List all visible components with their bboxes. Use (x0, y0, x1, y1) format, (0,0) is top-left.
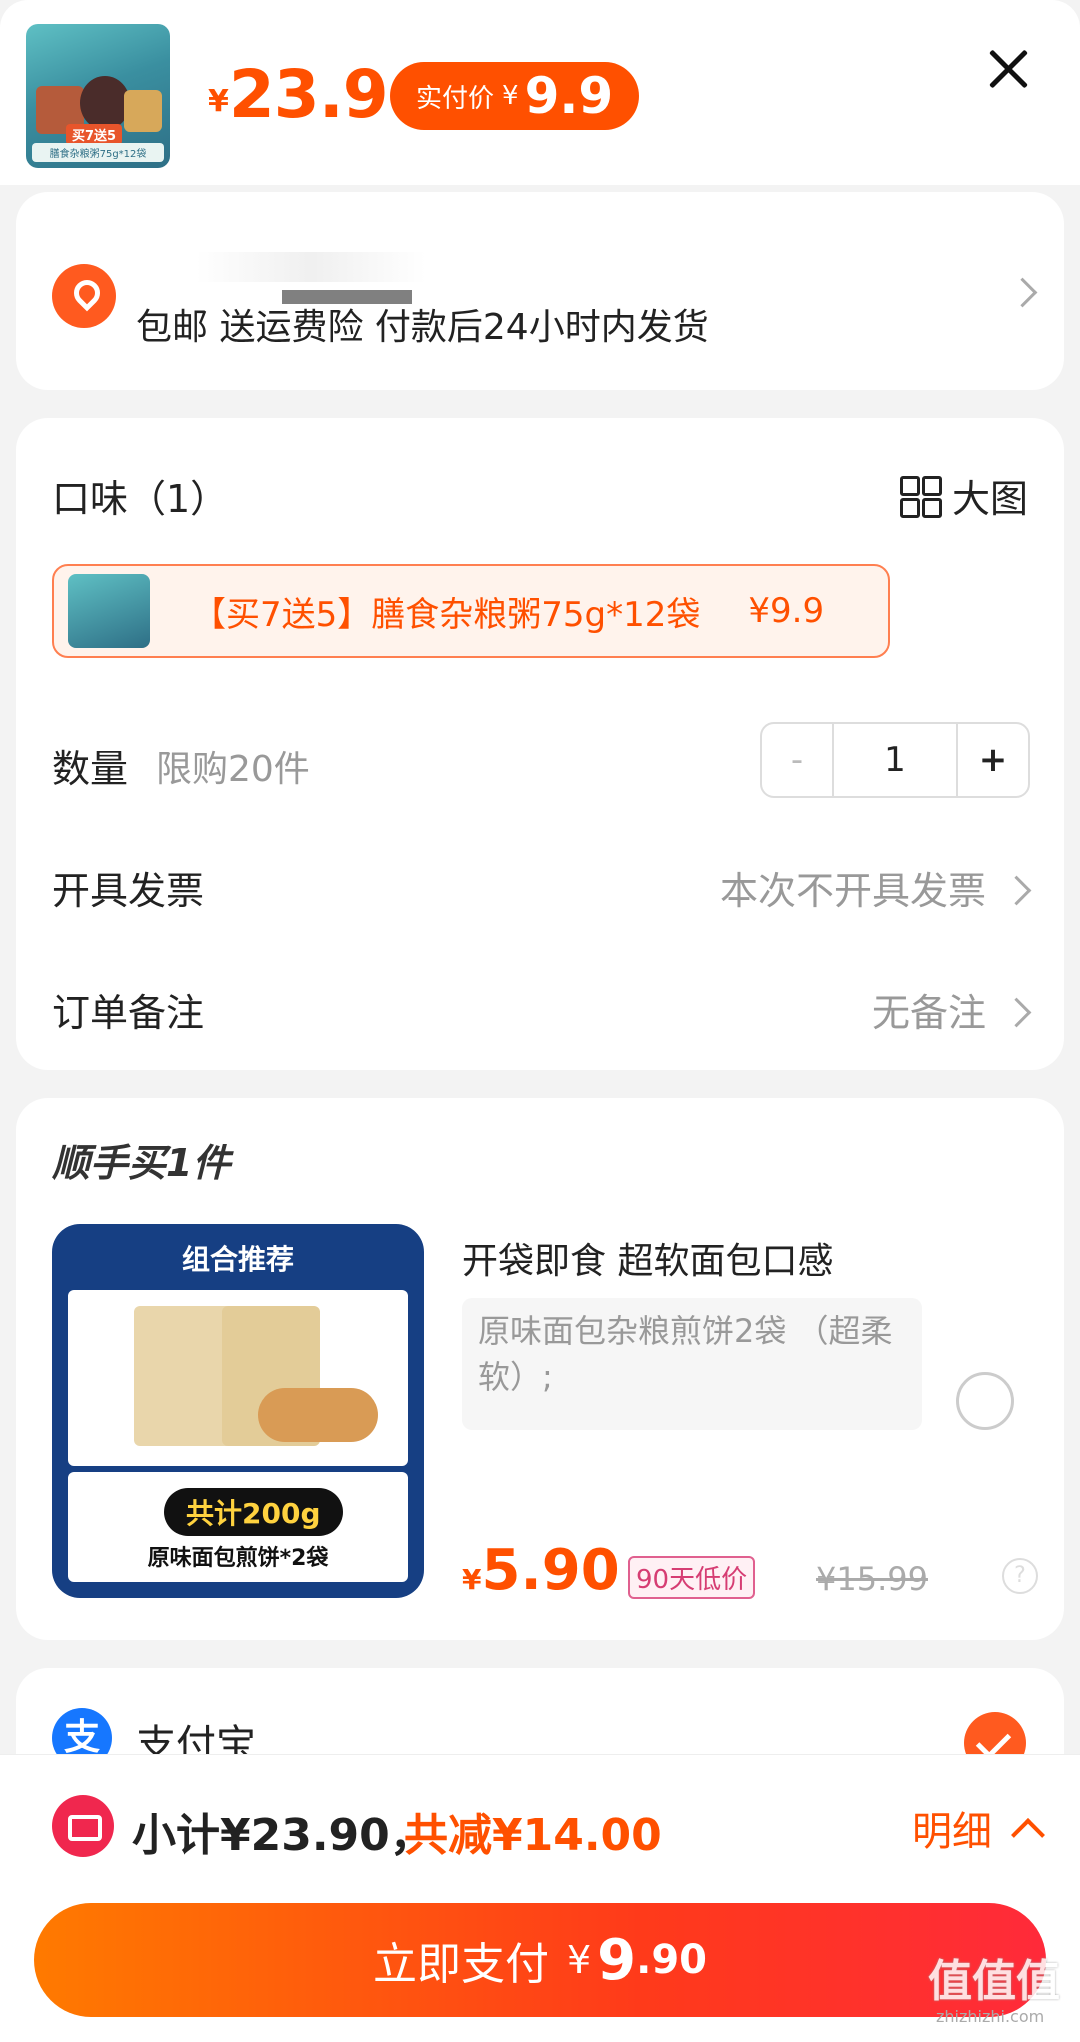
options-card: 口味（1） 大图 【买7送5】膳食杂粮粥75g*12袋 ¥9.9 数量 限购20… (16, 418, 1064, 1070)
variant-thumbnail (68, 574, 150, 648)
invoice-value: 本次不开具发票 (719, 869, 986, 913)
low-price-tag: 90天低价 (628, 1556, 756, 1599)
thumb-badge: 买7送5 (66, 124, 123, 145)
grid-icon (899, 475, 942, 518)
add-on-card: 顺手买1件 组合推荐 共计200g 原味面包煎饼*2袋 开袋即食 超软面包口感 … (16, 1098, 1064, 1640)
variant-option-selected[interactable]: 【买7送5】膳食杂粮粥75g*12袋 ¥9.9 (52, 564, 890, 658)
help-icon[interactable]: ? (1002, 1558, 1038, 1594)
big-image-label: 大图 (951, 477, 1028, 521)
original-price: ¥15.99 (816, 1560, 928, 1598)
close-icon[interactable] (986, 46, 1030, 90)
combo-name: 原味面包煎饼*2袋 (147, 1546, 329, 1571)
pay-now-button[interactable]: 立即支付 ¥ 9.90 (34, 1903, 1046, 2017)
watermark-logo: 值值值 (928, 1956, 1060, 2007)
shipping-info: 包邮 送运费险 付款后24小时内发货 (136, 307, 709, 348)
variant-name: 【买7送5】膳食杂粮粥75g*12袋 (192, 594, 701, 635)
big-image-button[interactable]: 大图 (899, 468, 1028, 523)
add-on-title: 顺手买1件 (52, 1141, 231, 1185)
current-price: ¥23.9 (208, 56, 389, 133)
quantity-stepper: - 1 + (760, 722, 1030, 798)
combo-title: 组合推荐 (181, 1243, 294, 1276)
subtotal-text: 小计¥23.90， (132, 1810, 434, 1861)
add-on-name: 开袋即食 超软面包口感 (462, 1241, 834, 1282)
variant-price: ¥9.9 (748, 591, 825, 631)
header: 买7送5 膳食杂粮粥75g*12袋 ¥23.9 实付价 ¥ 9.9 (0, 0, 1080, 185)
combo-weight: 共计200g (164, 1488, 343, 1536)
chevron-right-icon (1001, 875, 1032, 906)
product-thumbnail: 买7送5 膳食杂粮粥75g*12袋 (26, 24, 170, 168)
add-on-select-radio[interactable] (956, 1372, 1014, 1430)
watermark-url: zhizhizhi.com (936, 2007, 1045, 2026)
location-pin-icon (52, 264, 116, 328)
combo-product-image[interactable]: 组合推荐 共计200g 原味面包煎饼*2袋 (52, 1224, 424, 1598)
order-note-value: 无备注 (871, 991, 986, 1035)
quantity-decrease-button[interactable]: - (762, 724, 834, 796)
order-note-label: 订单备注 (52, 991, 205, 1035)
add-on-price: ¥5.90 (462, 1538, 620, 1603)
order-sheet: 买7送5 膳食杂粮粥75g*12袋 ¥23.9 实付价 ¥ 9.9 包邮 送运费… (0, 0, 1080, 2042)
shipping-card[interactable]: 包邮 送运费险 付款后24小时内发货 (16, 192, 1064, 390)
flavor-label: 口味（1） (52, 477, 229, 521)
paid-price-pill: 实付价 ¥ 9.9 (390, 62, 640, 130)
quantity-label: 数量 (52, 747, 129, 791)
thumb-caption: 膳食杂粮粥75g*12袋 (32, 143, 164, 162)
chevron-up-icon (1011, 1818, 1045, 1852)
quantity-value[interactable]: 1 (834, 724, 958, 796)
invoice-label: 开具发票 (52, 869, 205, 913)
discount-text: 共减¥14.00 (404, 1810, 662, 1861)
address-blurred (196, 252, 426, 282)
bottom-bar: 小计¥23.90， 共减¥14.00 明细 立即支付 ¥ 9.90 值值值 zh… (0, 1754, 1080, 2042)
add-on-description: 原味面包杂粮煎饼2袋 （超柔软）; (462, 1298, 922, 1430)
chevron-right-icon (1001, 997, 1032, 1028)
chevron-right-icon (1007, 277, 1038, 308)
quantity-increase-button[interactable]: + (958, 724, 1028, 796)
detail-label: 明细 (912, 1809, 992, 1855)
coupon-icon (52, 1795, 114, 1857)
quantity-limit: 限购20件 (156, 749, 310, 790)
